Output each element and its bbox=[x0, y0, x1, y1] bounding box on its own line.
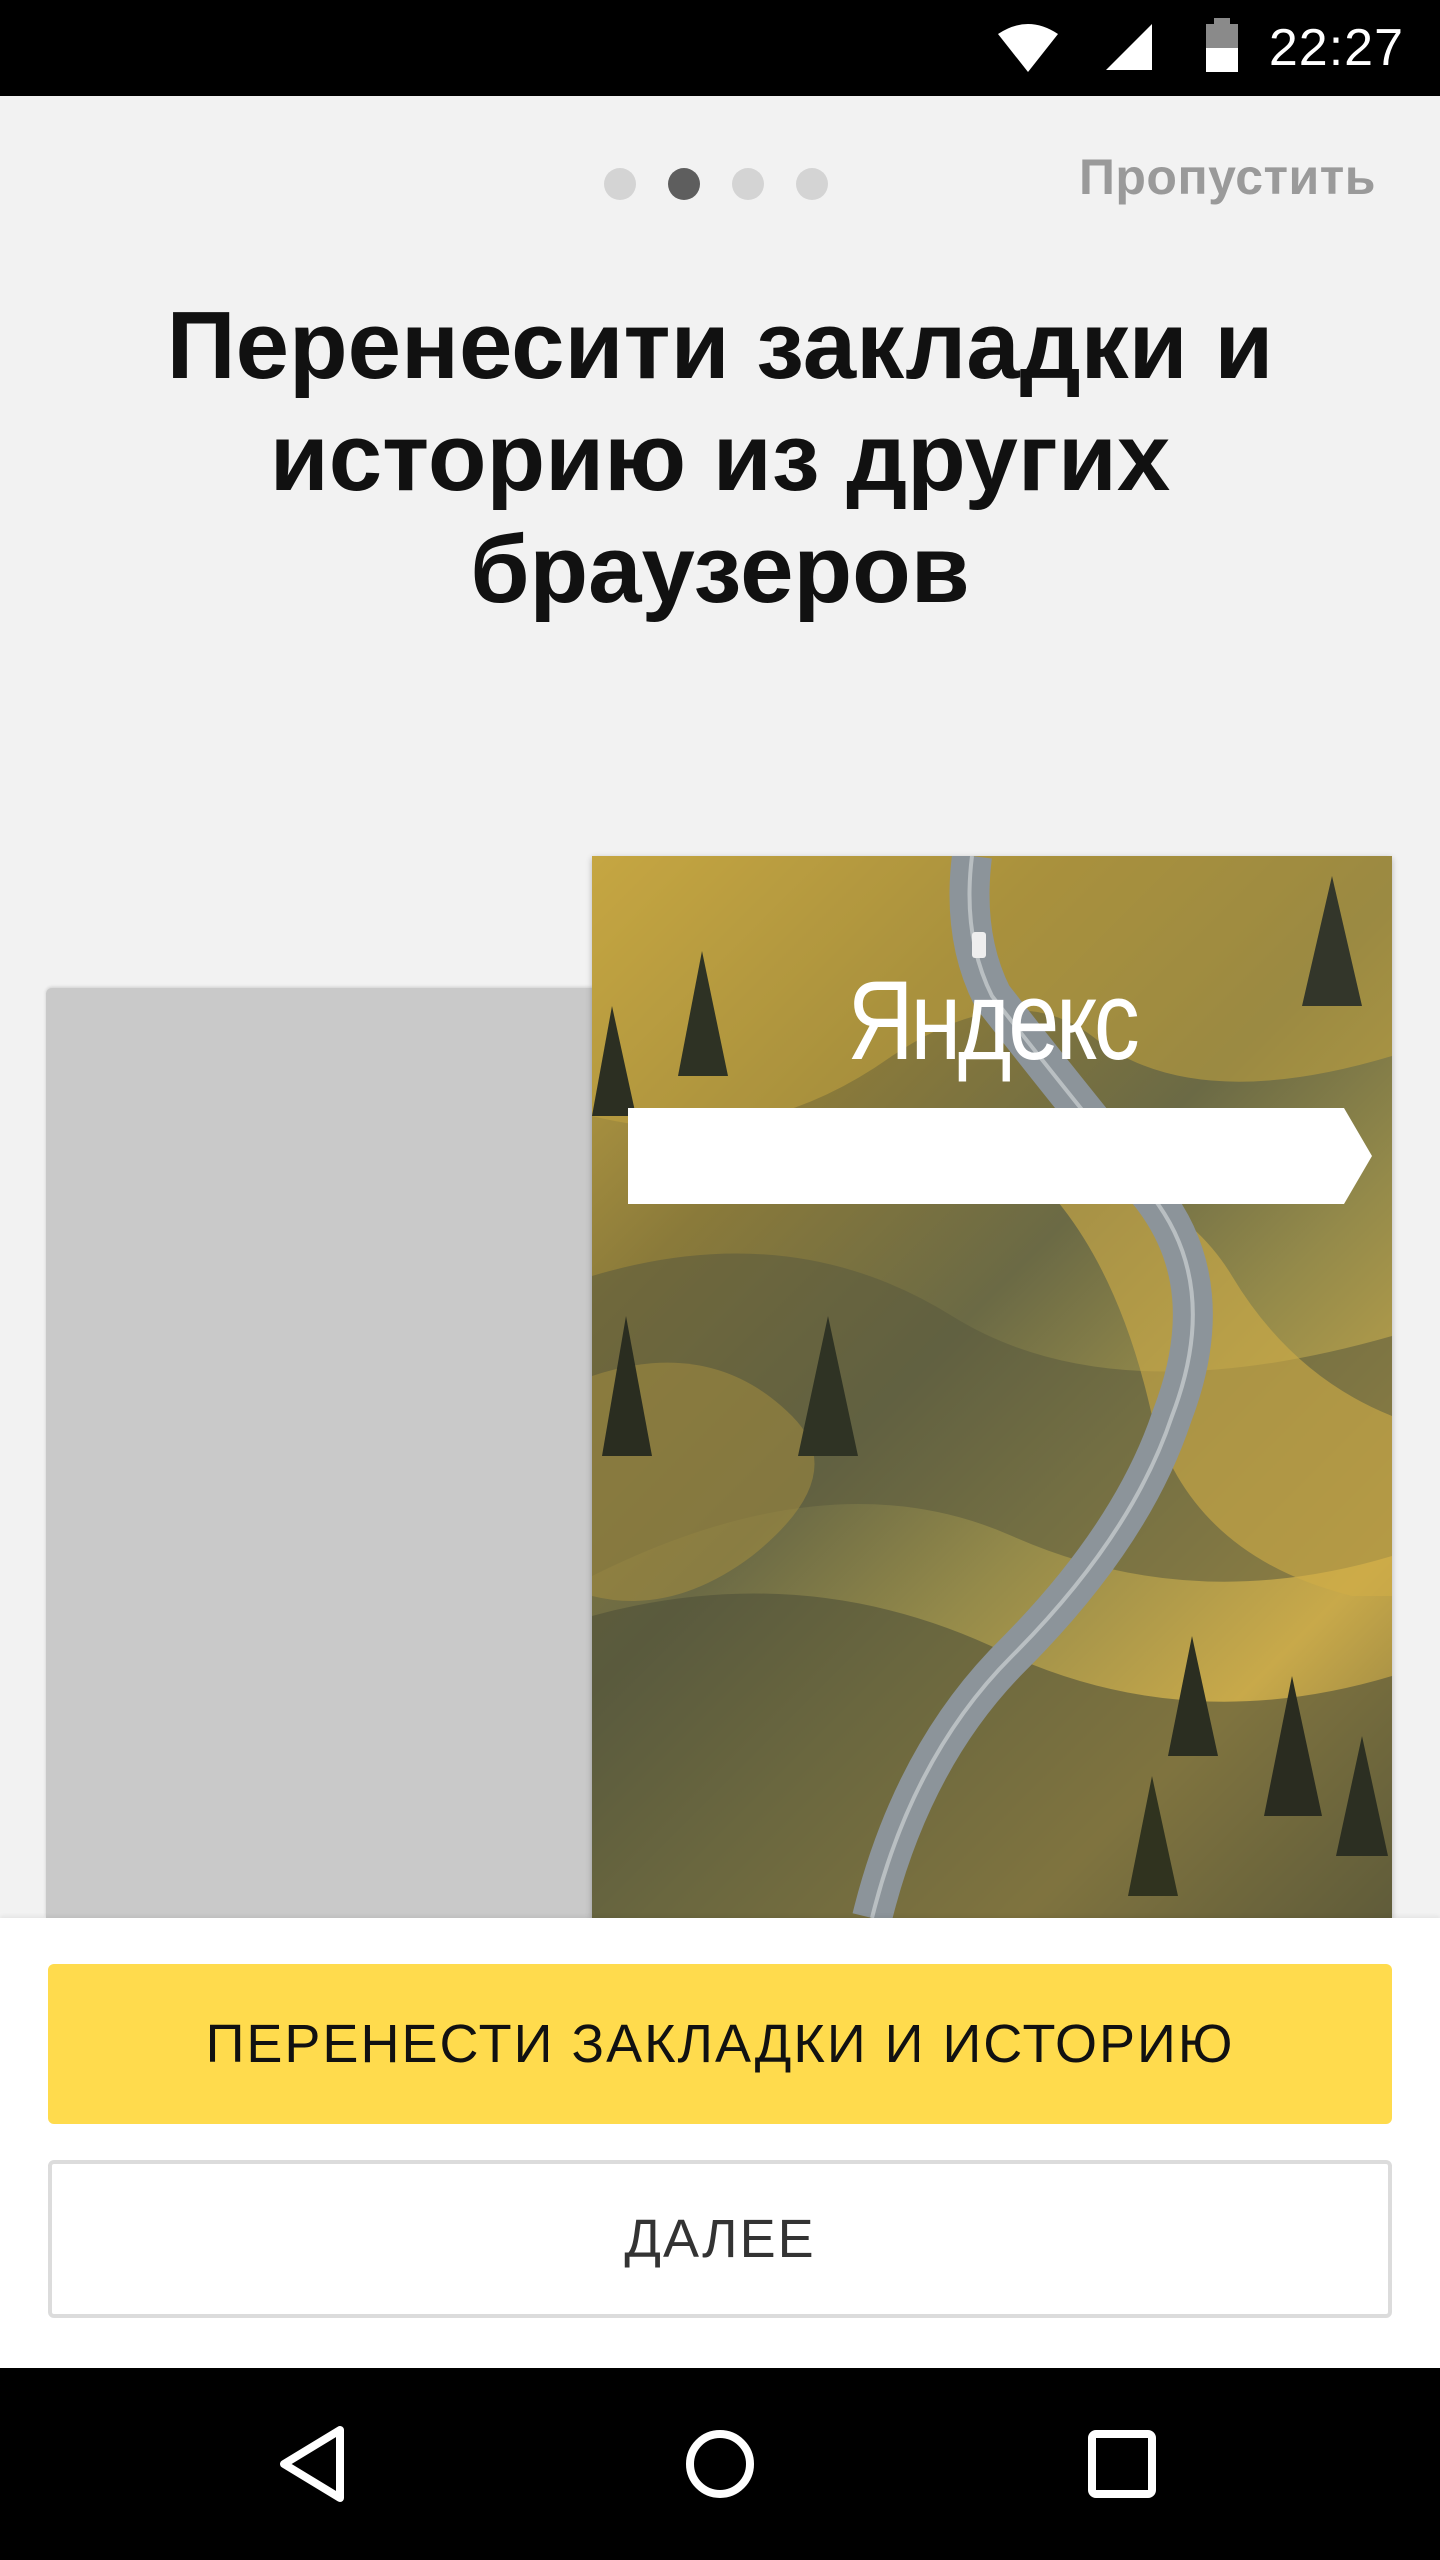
search-bar-arrow bbox=[1344, 1108, 1372, 1204]
page-dot bbox=[796, 168, 828, 200]
page-title: Перенесити закладки и историю из других … bbox=[166, 292, 1274, 623]
page-dot-active bbox=[668, 168, 700, 200]
recents-icon bbox=[1088, 2430, 1156, 2498]
navigation-bar bbox=[0, 2368, 1440, 2560]
status-bar: 22:27 bbox=[0, 0, 1440, 96]
search-bar-mock bbox=[628, 1108, 1344, 1204]
page-dot bbox=[732, 168, 764, 200]
nav-back-button[interactable] bbox=[218, 2368, 418, 2560]
wifi-icon bbox=[998, 24, 1058, 72]
back-icon bbox=[280, 2426, 344, 2502]
browser-placeholder-card bbox=[46, 988, 596, 1918]
import-bookmarks-button[interactable]: ПЕРЕНЕСТИ ЗАКЛАДКИ И ИСТОРИЮ bbox=[48, 1964, 1392, 2124]
skip-button[interactable]: Пропустить bbox=[1079, 148, 1376, 206]
yandex-browser-preview: Яндекс bbox=[592, 856, 1392, 1918]
bottom-actions-panel: ПЕРЕНЕСТИ ЗАКЛАДКИ И ИСТОРИЮ ДАЛЕЕ bbox=[0, 1918, 1440, 2368]
page-dot bbox=[604, 168, 636, 200]
cell-signal-icon bbox=[1106, 24, 1152, 70]
home-icon bbox=[686, 2430, 754, 2498]
nav-recents-button[interactable] bbox=[1022, 2368, 1222, 2560]
next-button[interactable]: ДАЛЕЕ bbox=[48, 2160, 1392, 2318]
yandex-logo: Яндекс bbox=[847, 958, 1139, 1083]
battery-icon bbox=[1206, 18, 1238, 72]
status-time: 22:27 bbox=[1268, 19, 1404, 77]
nav-home-button[interactable] bbox=[620, 2368, 820, 2560]
